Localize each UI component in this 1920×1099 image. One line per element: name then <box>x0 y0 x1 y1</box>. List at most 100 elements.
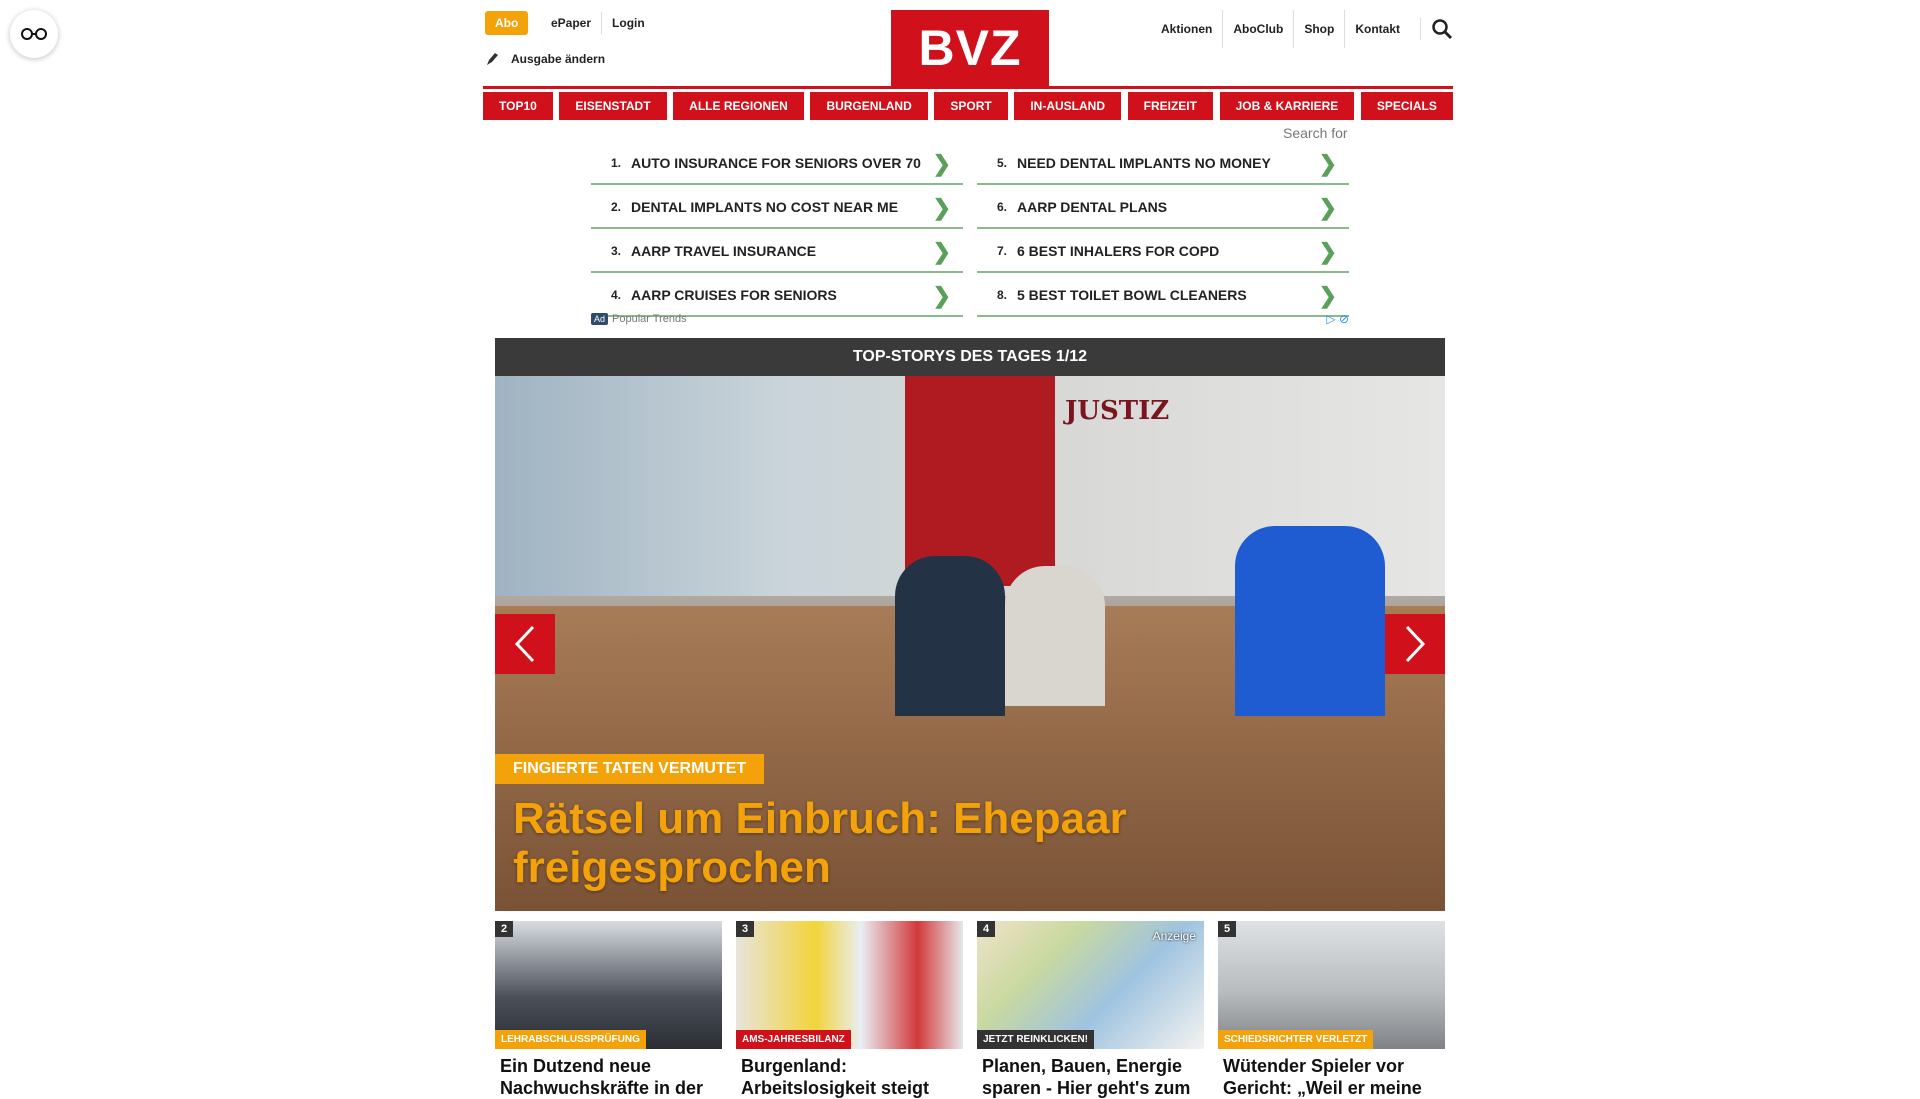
change-edition-link[interactable]: Ausgabe ändern <box>485 52 605 66</box>
adchoices-icon[interactable]: ▷ ⊘ <box>1326 312 1349 326</box>
nav-job-karriere[interactable]: JOB & KARRIERE <box>1219 92 1355 120</box>
ad-text: NEED DENTAL IMPLANTS NO MONEY <box>1017 155 1271 171</box>
hero-kicker: FINGIERTE TATEN VERMUTET <box>495 754 765 784</box>
ad-text: 6 BEST INHALERS FOR COPD <box>1017 243 1220 259</box>
ad-link[interactable]: 7. 6 BEST INHALERS FOR COPD ❯ <box>977 231 1349 273</box>
chevron-right-icon: ❯ <box>1318 195 1337 220</box>
justiz-sign: JUSTIZ <box>1065 396 1170 426</box>
ad-number: 1. <box>610 156 621 170</box>
epaper-link[interactable]: ePaper <box>541 12 601 34</box>
nav-burgenland[interactable]: BURGENLAND <box>810 92 928 120</box>
sponsored-label: Anzeige <box>1152 929 1196 943</box>
main-navigation: TOP10 EISENSTADT ALLE REGIONEN BURGENLAN… <box>483 92 1453 120</box>
account-links: ePaper Login <box>541 12 655 34</box>
kontakt-link[interactable]: Kontakt <box>1344 10 1410 48</box>
story-card[interactable]: 4 Anzeige JETZT REINKLICKEN! Planen, Bau… <box>977 921 1204 1099</box>
story-thumbnail: 2 LEHRABSCHLUSSPRÜFUNG <box>495 921 722 1049</box>
ad-text: 5 BEST TOILET BOWL CLEANERS <box>1017 287 1247 303</box>
ad-provider-label: Popular Trends <box>612 313 687 325</box>
chevron-right-icon: ❯ <box>1318 239 1337 264</box>
image-person <box>895 556 1005 716</box>
nav-freizeit[interactable]: FREIZEIT <box>1127 92 1213 120</box>
story-title: Planen, Bauen, Energie sparen - Hier geh… <box>982 1056 1191 1098</box>
story-number: 5 <box>1218 921 1237 937</box>
story-tag: JETZT REINKLICKEN! <box>977 1030 1094 1049</box>
chevron-right-icon: ❯ <box>932 239 951 264</box>
nav-alle-regionen[interactable]: ALLE REGIONEN <box>673 92 804 120</box>
ad-link[interactable]: 4. AARP CRUISES FOR SENIORS ❯ <box>591 275 963 317</box>
chevron-right-icon: ❯ <box>1318 151 1337 176</box>
ad-text: AARP DENTAL PLANS <box>1017 199 1168 215</box>
carousel-prev-button[interactable] <box>495 614 555 674</box>
chevron-right-icon: ❯ <box>1318 283 1337 308</box>
story-cards: 2 LEHRABSCHLUSSPRÜFUNG Ein Dutzend neue … <box>495 921 1445 1099</box>
ad-text: AARP TRAVEL INSURANCE <box>631 243 817 259</box>
hero-headline[interactable]: Rätsel um Einbruch: Ehepaar freigesproch… <box>513 794 1193 892</box>
abo-button[interactable]: Abo <box>485 11 529 35</box>
story-title: Wütender Spieler vor Gericht: „Weil er m… <box>1223 1056 1422 1098</box>
ad-number: 4. <box>610 288 621 302</box>
page-container: Abo ePaper Login Ausgabe ändern BVZ Akti… <box>483 0 1453 1098</box>
nav-sport[interactable]: SPORT <box>934 92 1008 120</box>
ad-number: 5. <box>996 156 1007 170</box>
login-link[interactable]: Login <box>601 12 655 34</box>
ad-text: DENTAL IMPLANTS NO COST NEAR ME <box>631 199 899 215</box>
image-person <box>1005 566 1105 706</box>
shop-link[interactable]: Shop <box>1293 10 1344 48</box>
nav-top10[interactable]: TOP10 <box>483 92 553 120</box>
story-tag: LEHRABSCHLUSSPRÜFUNG <box>495 1030 646 1049</box>
nav-eisenstadt[interactable]: EISENSTADT <box>559 92 667 120</box>
pen-icon <box>487 53 498 65</box>
hero-image[interactable]: JUSTIZ FINGIERTE TATEN VERMUTET Rätsel u… <box>495 376 1445 911</box>
site-header: Abo ePaper Login Ausgabe ändern BVZ Akti… <box>483 0 1453 89</box>
ad-link[interactable]: 5. NEED DENTAL IMPLANTS NO MONEY ❯ <box>977 143 1349 185</box>
chevron-right-icon: ❯ <box>932 283 951 308</box>
glasses-icon <box>21 28 47 40</box>
chevron-right-icon <box>1405 625 1426 663</box>
story-thumbnail: 4 Anzeige JETZT REINKLICKEN! <box>977 921 1204 1049</box>
aktionen-link[interactable]: Aktionen <box>1151 10 1222 48</box>
nav-in-ausland[interactable]: IN-AUSLAND <box>1014 92 1122 120</box>
ad-number: 8. <box>996 288 1007 302</box>
change-edition-label: Ausgabe ändern <box>511 52 606 66</box>
story-card[interactable]: 2 LEHRABSCHLUSSPRÜFUNG Ein Dutzend neue … <box>495 921 722 1099</box>
ad-link[interactable]: 8. 5 BEST TOILET BOWL CLEANERS ❯ <box>977 275 1349 317</box>
story-tag: SCHIEDSRICHTER VERLETZT <box>1218 1030 1374 1049</box>
story-tag: AMS-JAHRESBILANZ <box>736 1030 851 1049</box>
ad-search-label: Search for <box>1283 125 1348 141</box>
story-card[interactable]: 5 SCHIEDSRICHTER VERLETZT Wütender Spiel… <box>1218 921 1445 1099</box>
carousel-title: TOP-STORYS DES TAGES 1/12 <box>495 338 1445 376</box>
service-links: Aktionen AboClub Shop Kontakt <box>1151 10 1453 48</box>
ad-footer: Ad Popular Trends ▷ ⊘ <box>591 312 1349 326</box>
chevron-right-icon: ❯ <box>932 151 951 176</box>
ad-link[interactable]: 1. AUTO INSURANCE FOR SENIORS OVER 70 ❯ <box>591 143 963 185</box>
ad-links-grid: 1. AUTO INSURANCE FOR SENIORS OVER 70 ❯ 5.… <box>591 143 1349 319</box>
carousel-next-button[interactable] <box>1385 614 1445 674</box>
story-title: Ein Dutzend neue Nachwuchskräfte in der <box>500 1056 704 1098</box>
ad-link[interactable]: 6. AARP DENTAL PLANS ❯ <box>977 187 1349 229</box>
ad-number: 2. <box>610 200 621 214</box>
ad-text: AARP CRUISES FOR SENIORS <box>631 287 837 303</box>
story-thumbnail: 5 SCHIEDSRICHTER VERLETZT <box>1218 921 1445 1049</box>
story-card[interactable]: 3 AMS-JAHRESBILANZ Burgenland: Arbeitslo… <box>736 921 963 1099</box>
ad-number: 7. <box>996 244 1007 258</box>
top-stories-carousel: TOP-STORYS DES TAGES 1/12 JUSTIZ FINGIER… <box>495 338 1445 911</box>
chevron-left-icon <box>514 625 535 663</box>
ad-link[interactable]: 2. DENTAL IMPLANTS NO COST NEAR ME ❯ <box>591 187 963 229</box>
ad-text: AUTO INSURANCE FOR SENIORS OVER 70 <box>631 155 921 171</box>
story-title: Burgenland: Arbeitslosigkeit steigt <box>741 1056 930 1098</box>
image-person <box>1235 526 1385 716</box>
nav-specials[interactable]: SPECIALS <box>1360 92 1453 120</box>
bvz-logo[interactable]: BVZ <box>891 10 1049 86</box>
chevron-right-icon: ❯ <box>932 195 951 220</box>
story-number: 4 <box>977 921 996 937</box>
image-red-wall <box>905 376 1055 586</box>
aboclub-link[interactable]: AboClub <box>1222 10 1293 48</box>
search-icon[interactable] <box>1420 18 1453 40</box>
story-thumbnail: 3 AMS-JAHRESBILANZ <box>736 921 963 1049</box>
ad-link[interactable]: 3. AARP TRAVEL INSURANCE ❯ <box>591 231 963 273</box>
ad-number: 6. <box>996 200 1007 214</box>
story-number: 2 <box>495 921 514 937</box>
ad-badge: Ad <box>591 313 609 325</box>
reader-mode-button[interactable] <box>10 10 58 58</box>
